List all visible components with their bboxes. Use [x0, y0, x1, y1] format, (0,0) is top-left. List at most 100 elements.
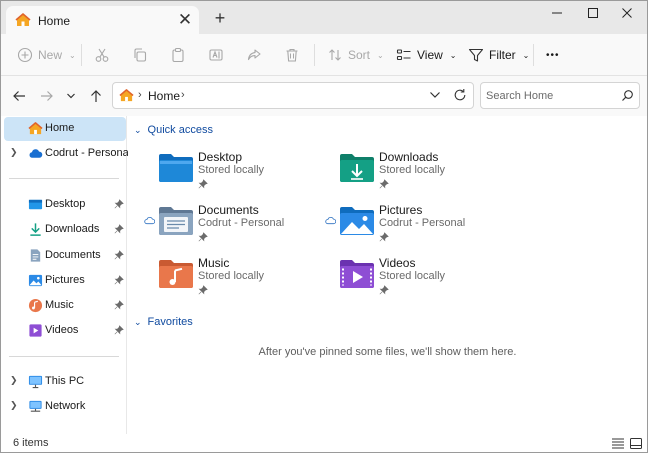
toolbar-separator	[314, 44, 315, 66]
sidebar-item-home[interactable]: Home	[4, 117, 126, 141]
refresh-button[interactable]	[453, 88, 467, 105]
new-tab-button[interactable]: +	[209, 7, 231, 29]
quick-access-header[interactable]: ⌄ Quick access	[134, 124, 213, 136]
computer-icon	[28, 375, 43, 389]
sidebar-item-downloads[interactable]: Downloads	[4, 218, 126, 242]
pin-icon[interactable]	[114, 325, 124, 335]
sidebar-item-desktop[interactable]: Desktop	[4, 193, 126, 217]
sidebar-item-videos[interactable]: Videos	[4, 319, 126, 343]
pin-icon[interactable]	[114, 250, 124, 260]
maximize-button[interactable]	[575, 1, 611, 27]
item-name: Videos	[379, 256, 416, 270]
copy-button[interactable]	[132, 43, 148, 67]
cut-icon	[95, 48, 109, 62]
item-location: Codrut - Personal	[379, 217, 466, 229]
item-location: Stored locally	[379, 164, 446, 176]
pin-icon[interactable]	[114, 275, 124, 285]
chevron-down-icon: ⌄	[69, 50, 76, 60]
quick-access-item-pictures[interactable]: Pictures Codrut - Personal	[325, 201, 514, 249]
search-box[interactable]	[480, 82, 640, 109]
item-name: Desktop	[198, 150, 243, 164]
chevron-down-icon: ⌄	[449, 50, 457, 60]
chevron-down-icon: ⌄	[134, 124, 142, 135]
view-button[interactable]: View ⌄	[396, 43, 457, 67]
section-title: Favorites	[147, 316, 193, 328]
details-view-icon[interactable]	[611, 437, 625, 450]
breadcrumb-home[interactable]: Home	[148, 89, 180, 103]
address-history-button[interactable]	[429, 89, 441, 104]
downloads-folder-icon	[340, 154, 374, 182]
chevron-down-icon: ⌄	[377, 50, 384, 60]
tiles-view-icon[interactable]	[629, 437, 643, 450]
close-tab-button[interactable]: ✕	[176, 10, 194, 30]
pin-icon[interactable]	[114, 199, 124, 209]
pin-icon	[198, 232, 208, 242]
back-button[interactable]	[9, 86, 29, 106]
section-title: Quick access	[147, 124, 213, 136]
cloud-icon	[325, 216, 336, 225]
address-bar[interactable]: › Home ›	[112, 82, 474, 109]
trash-icon	[286, 48, 298, 62]
sort-button[interactable]: Sort ⌄	[327, 43, 384, 67]
filter-label: Filter	[489, 48, 516, 62]
quick-access-item-music[interactable]: Music Stored locally	[158, 254, 333, 302]
sidebar-item-onedrive[interactable]: ❯ Codrut - Personal	[4, 142, 131, 166]
pin-icon	[379, 232, 389, 242]
quick-access-item-desktop[interactable]: Desktop Stored locally	[158, 148, 333, 196]
delete-button[interactable]	[284, 43, 300, 67]
filter-button[interactable]: Filter ⌄	[468, 43, 529, 67]
status-bar: 6 items	[1, 434, 647, 452]
item-location: Stored locally	[198, 270, 265, 282]
more-options-button[interactable]: •••	[546, 43, 560, 67]
tab-home[interactable]: Home ✕	[6, 6, 199, 35]
minimize-button[interactable]	[539, 1, 575, 27]
item-name: Documents	[198, 203, 259, 217]
sidebar-item-documents[interactable]: Documents	[4, 244, 126, 268]
home-icon	[119, 89, 134, 102]
quick-access-item-downloads[interactable]: Downloads Stored locally	[339, 148, 514, 196]
sidebar-item-label: This PC	[45, 375, 85, 387]
breadcrumb-separator[interactable]: ›	[138, 89, 142, 101]
rename-button[interactable]	[208, 43, 224, 67]
pin-icon	[379, 285, 389, 295]
sidebar-item-pictures[interactable]: Pictures	[4, 269, 126, 293]
chevron-right-icon[interactable]: ❯	[10, 375, 18, 386]
chevron-right-icon[interactable]: ❯	[10, 147, 18, 158]
item-count: 6 items	[13, 437, 49, 449]
command-bar: New ⌄ Sort ⌄ View ⌄ Filter ⌄ •••	[1, 34, 647, 76]
toolbar-separator	[533, 44, 534, 66]
pin-icon[interactable]	[114, 300, 124, 310]
cut-button[interactable]	[94, 43, 110, 67]
navigation-bar: › Home ›	[1, 76, 647, 116]
maximize-icon	[588, 8, 598, 18]
pin-icon[interactable]	[114, 224, 124, 234]
close-window-button[interactable]	[609, 1, 645, 27]
sidebar-item-network[interactable]: ❯ Network	[4, 395, 126, 419]
title-bar: Home ✕ +	[1, 1, 647, 35]
view-label: View	[417, 48, 443, 62]
favorites-empty-message: After you've pinned some files, we'll sh…	[258, 346, 517, 358]
quick-access-item-documents[interactable]: Documents Codrut - Personal	[144, 201, 333, 249]
toolbar-separator	[81, 44, 82, 66]
paste-button[interactable]	[170, 43, 186, 67]
chevron-down-icon	[430, 92, 440, 98]
content-pane: ⌄ Quick access Desktop Stored locally Do…	[128, 116, 647, 434]
sidebar-item-label: Codrut - Personal	[45, 147, 132, 159]
sidebar-item-this-pc[interactable]: ❯ This PC	[4, 370, 126, 394]
up-button[interactable]	[86, 86, 106, 106]
sidebar-item-music[interactable]: Music	[4, 294, 126, 318]
quick-access-item-videos[interactable]: Videos Stored locally	[339, 254, 514, 302]
recent-locations-button[interactable]	[61, 86, 81, 106]
arrow-up-icon	[91, 90, 101, 102]
chevron-right-icon[interactable]: ❯	[10, 400, 18, 411]
share-button[interactable]	[246, 43, 262, 67]
search-icon[interactable]	[621, 89, 634, 102]
favorites-header[interactable]: ⌄ Favorites	[134, 316, 193, 328]
desktop-folder-icon	[159, 154, 193, 182]
pin-icon	[198, 285, 208, 295]
forward-button[interactable]	[37, 86, 57, 106]
breadcrumb-separator[interactable]: ›	[181, 89, 185, 101]
download-icon	[30, 223, 41, 236]
new-button[interactable]: New ⌄	[17, 43, 76, 67]
search-input[interactable]	[486, 88, 616, 104]
